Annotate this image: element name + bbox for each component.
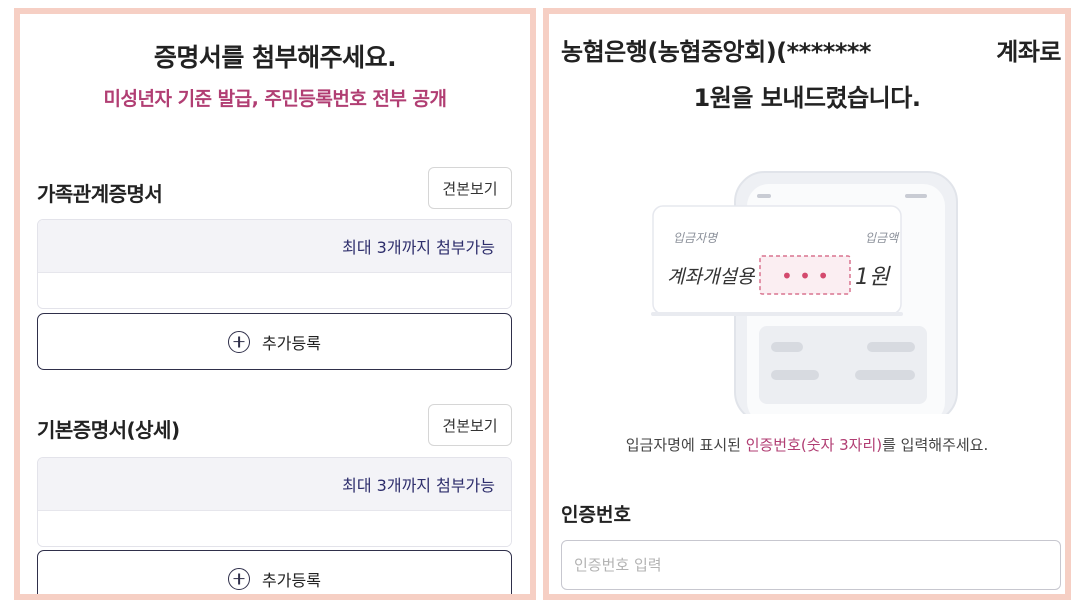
heading-account-suffix: 계좌로	[996, 38, 1061, 66]
add-attachment-button[interactable]: 추가등록	[37, 313, 512, 370]
attachment-list: 최대 3개까지 첨부가능	[37, 457, 512, 547]
heading-bank-account: 농협은행(농협중앙회)(*******	[561, 38, 871, 66]
verification-code-dots: • • •	[781, 264, 829, 288]
attachment-list: 최대 3개까지 첨부가능	[37, 219, 512, 309]
verification-code-input[interactable]	[561, 540, 1061, 590]
heading-sent-notice: 1원을 보내드렸습니다.	[693, 84, 921, 112]
sample-view-button[interactable]: 견본보기	[428, 167, 512, 209]
page-subtitle: 미성년자 기준 발급, 주민등록번호 전부 공개	[103, 88, 447, 110]
attachment-limit-text: 최대 3개까지 첨부가능	[38, 458, 511, 510]
instruction-after: 를 입력해주세요.	[882, 436, 989, 454]
plus-circle-icon	[228, 567, 251, 590]
section-title-basic-certificate: 기본증명서(상세)	[37, 418, 180, 442]
attachment-slot	[38, 272, 511, 308]
deposit-card: 입금자명 입금액 계좌개설용 • • • 1원	[651, 205, 903, 316]
section-title-family-relation: 가족관계증명서	[37, 182, 163, 206]
masked-account-region	[901, 28, 981, 62]
plus-circle-icon	[228, 330, 251, 353]
depositor-label: 입금자명	[673, 231, 719, 245]
instruction-highlight: 인증번호(숫자 3자리)	[745, 436, 883, 454]
sample-view-button[interactable]: 견본보기	[428, 404, 512, 446]
page-title: 증명서를 첨부해주세요.	[153, 43, 397, 72]
attachment-slot	[38, 510, 511, 546]
amount-value: 1원	[855, 265, 891, 290]
amount-label: 입금액	[865, 231, 900, 245]
add-attachment-button[interactable]: 추가등록	[37, 550, 512, 594]
depositor-value: 계좌개설용	[667, 266, 756, 288]
account-verification-panel: 농협은행(농협중앙회)(******* 계좌로 1원을 보내드렸습니다. 입금자…	[543, 8, 1071, 600]
deposit-illustration: 입금자명 입금액 계좌개설용 • • • 1원	[651, 171, 958, 414]
verification-code-label: 인증번호	[561, 504, 631, 526]
attachment-limit-text: 최대 3개까지 첨부가능	[38, 220, 511, 272]
add-attachment-label: 추가등록	[262, 570, 321, 590]
instruction-before: 입금자명에 표시된	[625, 436, 746, 454]
add-attachment-label: 추가등록	[262, 333, 321, 353]
attach-certificates-panel: 증명서를 첨부해주세요. 미성년자 기준 발급, 주민등록번호 전부 공개 가족…	[14, 8, 536, 600]
instruction-text: 입금자명에 표시된 인증번호(숫자 3자리)를 입력해주세요.	[549, 434, 1065, 455]
